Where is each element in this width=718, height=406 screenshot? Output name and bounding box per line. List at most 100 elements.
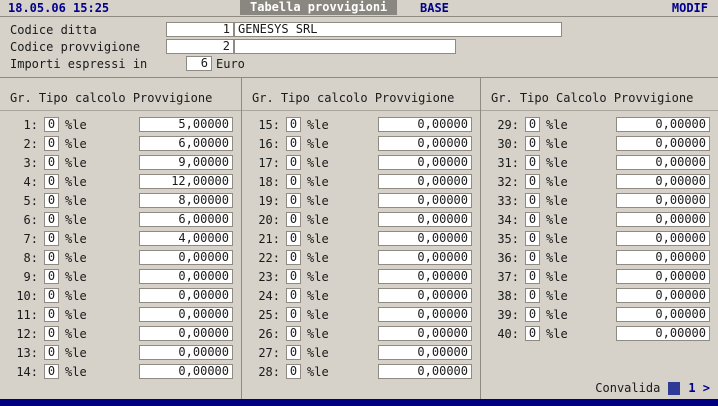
tipo-calcolo-input[interactable]: 0 — [525, 212, 540, 227]
tipo-calcolo-input[interactable]: 0 — [286, 231, 301, 246]
tipo-calcolo-input[interactable]: 0 — [525, 269, 540, 284]
provvigione-value-input[interactable]: 0,00000 — [378, 174, 472, 189]
provvigione-value-input[interactable]: 0,00000 — [378, 288, 472, 303]
tipo-calcolo-input[interactable]: 0 — [44, 269, 59, 284]
table-row: 13:0%le0,00000 — [0, 343, 241, 362]
importi-input[interactable]: 6 — [186, 56, 212, 71]
calc-unit-label: %le — [65, 194, 87, 208]
provvigione-value-input[interactable]: 0,00000 — [139, 288, 233, 303]
tipo-calcolo-input[interactable]: 0 — [525, 193, 540, 208]
tipo-calcolo-input[interactable]: 0 — [44, 136, 59, 151]
tipo-calcolo-input[interactable]: 0 — [286, 155, 301, 170]
tipo-calcolo-input[interactable]: 0 — [525, 155, 540, 170]
provvigione-value-input[interactable]: 0,00000 — [139, 364, 233, 379]
tipo-calcolo-input[interactable]: 0 — [286, 212, 301, 227]
page-indicator-icon — [668, 382, 680, 395]
provvigione-value-input[interactable]: 0,00000 — [139, 269, 233, 284]
table-row: 21:0%le0,00000 — [242, 229, 480, 248]
provvigione-value-input[interactable]: 0,00000 — [616, 307, 710, 322]
provvigione-value-input[interactable]: 4,00000 — [139, 231, 233, 246]
company-name-input[interactable]: GENESYS SRL — [234, 22, 562, 37]
tipo-calcolo-input[interactable]: 0 — [525, 288, 540, 303]
tipo-calcolo-input[interactable]: 0 — [44, 231, 59, 246]
tipo-calcolo-input[interactable]: 0 — [44, 250, 59, 265]
tipo-calcolo-input[interactable]: 0 — [525, 250, 540, 265]
provvigione-value-input[interactable]: 0,00000 — [616, 288, 710, 303]
bottom-scrollbar[interactable] — [0, 399, 718, 406]
tipo-calcolo-input[interactable]: 0 — [44, 155, 59, 170]
provvigione-value-input[interactable]: 0,00000 — [378, 345, 472, 360]
provvigione-desc-input[interactable] — [234, 39, 456, 54]
convalida-button[interactable]: Convalida — [595, 381, 660, 395]
provvigione-value-input[interactable]: 5,00000 — [139, 117, 233, 132]
page-nav[interactable]: 1 > — [688, 381, 710, 395]
provvigione-value-input[interactable]: 0,00000 — [616, 136, 710, 151]
tipo-calcolo-input[interactable]: 0 — [44, 288, 59, 303]
provvigione-value-input[interactable]: 0,00000 — [378, 250, 472, 265]
modif-menu-item[interactable]: MODIF — [672, 1, 708, 15]
tipo-calcolo-input[interactable]: 0 — [525, 117, 540, 132]
provvigione-value-input[interactable]: 0,00000 — [616, 117, 710, 132]
provvigione-value-input[interactable]: 0,00000 — [378, 326, 472, 341]
tipo-calcolo-input[interactable]: 0 — [525, 174, 540, 189]
provvigione-value-input[interactable]: 0,00000 — [378, 269, 472, 284]
row-number-label: 39: — [489, 308, 519, 322]
provvigione-value-input[interactable]: 0,00000 — [139, 250, 233, 265]
tipo-calcolo-input[interactable]: 0 — [525, 307, 540, 322]
tipo-calcolo-input[interactable]: 0 — [286, 364, 301, 379]
provvigione-value-input[interactable]: 0,00000 — [378, 117, 472, 132]
codice-ditta-label: Codice ditta — [10, 23, 97, 37]
tipo-calcolo-input[interactable]: 0 — [286, 269, 301, 284]
tipo-calcolo-input[interactable]: 0 — [44, 193, 59, 208]
codice-ditta-input[interactable]: 1 — [166, 22, 234, 37]
provvigione-value-input[interactable]: 9,00000 — [139, 155, 233, 170]
tipo-calcolo-input[interactable]: 0 — [44, 117, 59, 132]
tipo-calcolo-input[interactable]: 0 — [286, 174, 301, 189]
row-number-label: 32: — [489, 175, 519, 189]
tipo-calcolo-input[interactable]: 0 — [44, 326, 59, 341]
provvigione-value-input[interactable]: 0,00000 — [616, 250, 710, 265]
provvigione-value-input[interactable]: 0,00000 — [139, 326, 233, 341]
tipo-calcolo-input[interactable]: 0 — [286, 345, 301, 360]
table-row: 7:0%le4,00000 — [0, 229, 241, 248]
tipo-calcolo-input[interactable]: 0 — [525, 326, 540, 341]
tipo-calcolo-input[interactable]: 0 — [525, 231, 540, 246]
provvigione-value-input[interactable]: 0,00000 — [616, 174, 710, 189]
provvigione-value-input[interactable]: 0,00000 — [378, 136, 472, 151]
tipo-calcolo-input[interactable]: 0 — [286, 250, 301, 265]
provvigione-value-input[interactable]: 0,00000 — [378, 212, 472, 227]
calc-unit-label: %le — [546, 137, 568, 151]
tipo-calcolo-input[interactable]: 0 — [44, 174, 59, 189]
base-menu-item[interactable]: BASE — [420, 1, 449, 15]
tipo-calcolo-input[interactable]: 0 — [286, 136, 301, 151]
provvigione-value-input[interactable]: 0,00000 — [616, 326, 710, 341]
tipo-calcolo-input[interactable]: 0 — [286, 117, 301, 132]
provvigione-value-input[interactable]: 0,00000 — [616, 155, 710, 170]
provvigione-value-input[interactable]: 0,00000 — [139, 307, 233, 322]
tipo-calcolo-input[interactable]: 0 — [44, 307, 59, 322]
provvigione-value-input[interactable]: 0,00000 — [378, 231, 472, 246]
provvigione-value-input[interactable]: 0,00000 — [616, 193, 710, 208]
row-number-label: 2: — [8, 137, 38, 151]
tipo-calcolo-input[interactable]: 0 — [44, 364, 59, 379]
provvigione-value-input[interactable]: 0,00000 — [378, 307, 472, 322]
provvigione-value-input[interactable]: 0,00000 — [139, 345, 233, 360]
provvigione-value-input[interactable]: 0,00000 — [378, 364, 472, 379]
provvigione-value-input[interactable]: 0,00000 — [378, 155, 472, 170]
provvigione-value-input[interactable]: 6,00000 — [139, 136, 233, 151]
provvigione-value-input[interactable]: 0,00000 — [616, 269, 710, 284]
tipo-calcolo-input[interactable]: 0 — [286, 307, 301, 322]
provvigione-value-input[interactable]: 8,00000 — [139, 193, 233, 208]
tipo-calcolo-input[interactable]: 0 — [44, 345, 59, 360]
tipo-calcolo-input[interactable]: 0 — [44, 212, 59, 227]
provvigione-value-input[interactable]: 0,00000 — [378, 193, 472, 208]
provvigione-value-input[interactable]: 0,00000 — [616, 212, 710, 227]
tipo-calcolo-input[interactable]: 0 — [286, 193, 301, 208]
provvigione-value-input[interactable]: 12,00000 — [139, 174, 233, 189]
tipo-calcolo-input[interactable]: 0 — [525, 136, 540, 151]
tipo-calcolo-input[interactable]: 0 — [286, 288, 301, 303]
codice-provvigione-input[interactable]: 2 — [166, 39, 234, 54]
provvigione-value-input[interactable]: 6,00000 — [139, 212, 233, 227]
tipo-calcolo-input[interactable]: 0 — [286, 326, 301, 341]
provvigione-value-input[interactable]: 0,00000 — [616, 231, 710, 246]
